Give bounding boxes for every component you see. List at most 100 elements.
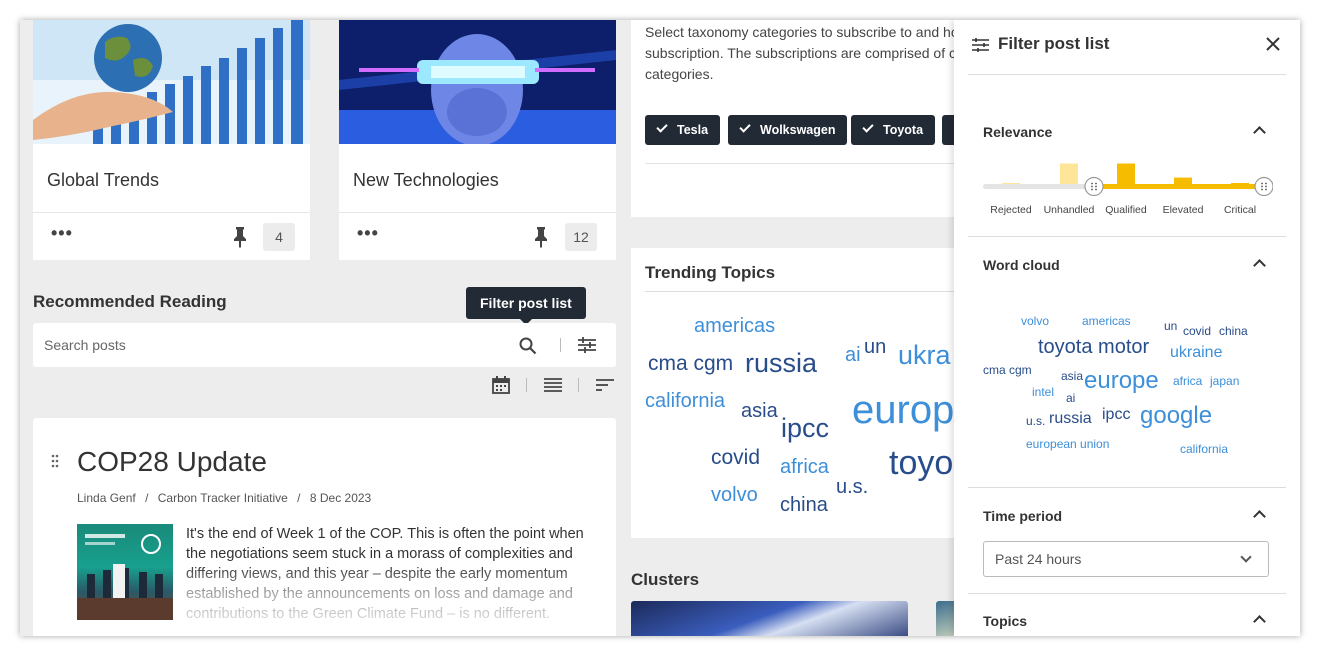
recommended-reading-title: Recommended Reading — [33, 292, 227, 311]
post-thumbnail — [77, 524, 173, 620]
cloud-word[interactable]: ai — [1066, 391, 1075, 405]
cluster-card[interactable] — [631, 601, 908, 636]
relevance-label: Elevated — [1162, 204, 1204, 216]
trend-word[interactable]: un — [864, 336, 886, 359]
trend-word[interactable]: volvo — [711, 484, 758, 507]
cloud-word[interactable]: ipcc — [1102, 406, 1130, 424]
trend-word[interactable]: toyo — [889, 444, 953, 483]
chevron-up-icon[interactable] — [1253, 615, 1266, 628]
cloud-word[interactable]: intel — [1032, 385, 1054, 399]
list-view-icon[interactable] — [544, 378, 562, 397]
check-icon — [862, 121, 874, 133]
cloud-word[interactable]: google — [1140, 402, 1212, 430]
card-divider — [339, 212, 616, 213]
time-period-select[interactable]: Past 24 hours — [983, 541, 1269, 577]
calendar-icon[interactable] — [492, 376, 510, 399]
pin-icon[interactable] — [232, 226, 248, 248]
chip-toyota[interactable]: Toyota — [851, 115, 936, 145]
cloud-word[interactable]: china — [1219, 324, 1248, 338]
subs-divider — [645, 163, 971, 164]
filter-icon — [972, 38, 989, 57]
slider-handle-max[interactable] — [1254, 176, 1274, 197]
post-card[interactable]: COP28 Update Linda Genf / Carbon Tracker… — [33, 418, 616, 636]
close-icon[interactable] — [1266, 37, 1280, 56]
cloud-word[interactable]: u.s. — [1026, 414, 1045, 428]
cloud-word[interactable]: asia — [1061, 369, 1083, 383]
cluster-card[interactable] — [936, 601, 956, 636]
topic-card-global-trends[interactable]: Global Trends ••• 4 — [33, 20, 310, 260]
relevance-slider[interactable] — [983, 156, 1274, 197]
sort-icon[interactable] — [596, 378, 614, 397]
chip-wolkswagen[interactable]: Wolkswagen — [728, 115, 848, 145]
trend-word[interactable]: cma cgm — [648, 352, 733, 376]
trend-word[interactable]: ipcc — [781, 413, 829, 444]
post-source[interactable]: Carbon Tracker Initiative — [158, 491, 288, 505]
cloud-word[interactable]: russia — [1049, 410, 1092, 428]
cloud-word[interactable]: toyota motor — [1038, 336, 1149, 359]
trending-topics-title: Trending Topics — [645, 263, 776, 282]
chevron-up-icon[interactable] — [1253, 259, 1266, 272]
cloud-word[interactable]: africa — [1173, 374, 1202, 388]
drag-handle-icon[interactable] — [51, 454, 59, 473]
chevron-up-icon[interactable] — [1253, 126, 1266, 139]
chevron-down-icon — [1240, 551, 1252, 563]
section-divider — [968, 236, 1286, 237]
filter-tooltip: Filter post list — [466, 287, 586, 325]
cloud-word[interactable]: california — [1180, 442, 1228, 456]
topics-section-title[interactable]: Topics — [983, 613, 1027, 629]
trend-word[interactable]: covid — [711, 446, 760, 470]
trend-word[interactable]: asia — [741, 400, 778, 423]
global-trends-image — [33, 20, 310, 144]
cloud-word[interactable]: europe — [1084, 367, 1159, 395]
trending-topics-panel: Trending Topics americas cma cgm russia … — [631, 248, 971, 538]
cloud-word[interactable]: european union — [1026, 437, 1109, 451]
chevron-up-icon[interactable] — [1253, 510, 1266, 523]
pin-icon[interactable] — [533, 226, 549, 248]
cloud-word[interactable]: cma cgm — [983, 363, 1032, 377]
relevance-label: Qualified — [1105, 204, 1147, 216]
time-period-section-title[interactable]: Time period — [983, 508, 1062, 524]
more-options-icon[interactable]: ••• — [51, 224, 73, 242]
search-input[interactable] — [33, 323, 503, 367]
more-options-icon[interactable]: ••• — [357, 224, 379, 242]
cloud-word[interactable]: japan — [1210, 374, 1239, 388]
topic-card-new-technologies[interactable]: New Technologies ••• 12 — [339, 20, 616, 260]
trend-word[interactable]: americas — [694, 315, 775, 338]
chip-tesla[interactable]: Tesla — [645, 115, 721, 145]
subscriptions-panel: Select taxonomy categories to subscribe … — [631, 20, 982, 217]
slider-handle-min[interactable] — [1084, 176, 1104, 197]
pin-count: 12 — [565, 223, 597, 251]
subscriptions-description: Select taxonomy categories to subscribe … — [645, 24, 959, 82]
app-frame: Global Trends ••• 4 New Technologies ••• — [20, 20, 1300, 636]
card-divider — [33, 212, 310, 213]
cloud-word[interactable]: covid — [1183, 324, 1211, 338]
cloud-word[interactable]: americas — [1082, 314, 1131, 328]
relevance-label: Rejected — [990, 204, 1032, 216]
time-period-value: Past 24 hours — [995, 551, 1082, 567]
clusters-title: Clusters — [631, 570, 700, 589]
post-author[interactable]: Linda Genf — [77, 491, 136, 505]
cloud-word[interactable]: un — [1164, 319, 1177, 333]
trend-word[interactable]: europ — [852, 388, 954, 433]
trend-word[interactable]: china — [780, 494, 828, 517]
cloud-word[interactable]: ukraine — [1170, 344, 1222, 362]
meta-separator: / — [145, 491, 149, 505]
trend-word[interactable]: russia — [745, 348, 817, 379]
trend-word[interactable]: u.s. — [836, 476, 868, 499]
check-icon — [656, 121, 668, 133]
filter-panel: Filter post list Relevance Rejected Unha… — [954, 20, 1300, 636]
post-title[interactable]: COP28 Update — [77, 446, 267, 478]
trend-word[interactable]: ai — [845, 344, 861, 367]
relevance-bar — [1060, 163, 1078, 186]
filter-settings-icon[interactable] — [578, 337, 596, 358]
word-cloud-section-title[interactable]: Word cloud — [983, 257, 1060, 273]
word-cloud: volvo americas un covid china toyota mot… — [954, 300, 1300, 470]
search-icon[interactable] — [519, 337, 537, 360]
trend-word[interactable]: california — [645, 390, 725, 413]
cloud-word[interactable]: volvo — [1021, 314, 1049, 328]
trend-word[interactable]: africa — [780, 456, 829, 479]
post-excerpt: It's the end of Week 1 of the COP. This … — [186, 524, 586, 624]
trend-word[interactable]: ukra — [898, 340, 951, 371]
relevance-section-title[interactable]: Relevance — [983, 124, 1052, 140]
relevance-label: Critical — [1223, 204, 1257, 216]
